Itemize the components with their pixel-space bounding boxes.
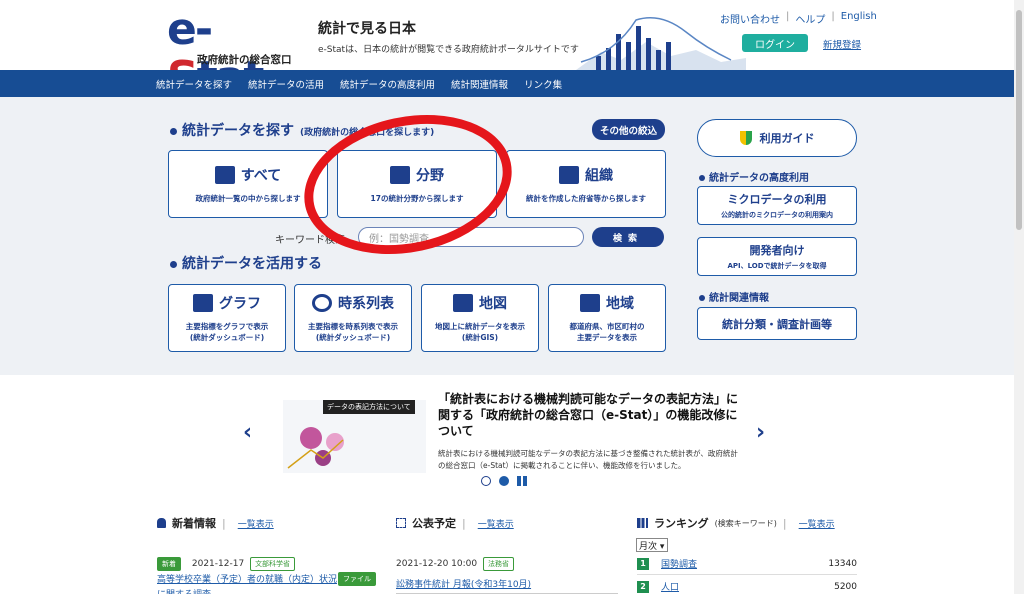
ranking-count: 13340 bbox=[828, 558, 857, 569]
schedule-ministry-badge: 法務省 bbox=[482, 557, 514, 571]
search-section-subtitle: (政府統計の総合窓口を探します) bbox=[300, 128, 435, 138]
microdata-button[interactable]: ミクロデータの利用 公的統計のミクロデータの利用案内 bbox=[697, 186, 857, 225]
login-button[interactable]: ログイン bbox=[742, 34, 808, 52]
carousel-dot-1[interactable] bbox=[481, 476, 491, 486]
schedule-date: 2021-12-20 10:00 bbox=[396, 559, 478, 569]
graph-card[interactable]: グラフ 主要指標をグラフで表示 (統計ダッシュボード) bbox=[168, 284, 286, 352]
nav-use-data[interactable]: 統計データの活用 bbox=[248, 77, 324, 91]
banner-label: データの表記方法について bbox=[323, 400, 415, 414]
news-link-wrap: 高等学校卒業（予定）者の就職（内定）状況に関する調査 bbox=[157, 571, 337, 594]
carousel-next-icon[interactable]: › bbox=[756, 420, 765, 445]
developer-button[interactable]: 開発者向け API、LODで統計データを取得 bbox=[697, 237, 857, 276]
bell-icon bbox=[157, 518, 166, 528]
schedule-header: 公表予定 | 一覧表示 bbox=[396, 515, 514, 531]
scrollbar[interactable] bbox=[1014, 0, 1024, 594]
search-button[interactable]: 検索 bbox=[592, 227, 664, 247]
advanced-section-title: 統計データの高度利用 bbox=[699, 169, 809, 184]
carousel-description: 統計表における機械判読可能なデータの表記方法に基づき整備された統計表が、政府統計… bbox=[438, 449, 738, 470]
ranking-keyword[interactable]: 国勢調査 bbox=[661, 557, 828, 570]
region-card[interactable]: 地域 都道府県、市区町村の 主要データを表示 bbox=[548, 284, 666, 352]
news-item: 新着 2021-12-17 文部科学省 bbox=[157, 557, 296, 571]
logo-e: e- bbox=[167, 4, 213, 55]
news-date: 2021-12-17 bbox=[191, 559, 245, 569]
nav-search-data[interactable]: 統計データを探す bbox=[156, 77, 232, 91]
region-chart-icon bbox=[580, 294, 600, 312]
keyword-input[interactable]: 例：国勢調査 bbox=[358, 227, 584, 247]
nav-related[interactable]: 統計関連情報 bbox=[451, 77, 508, 91]
carousel-title[interactable]: 「統計表における機械判読可能なデータの表記方法」に関する「政府統計の総合窓口（e… bbox=[438, 391, 738, 439]
search-organization-card[interactable]: 組織 統計を作成した府省等から探します bbox=[506, 150, 666, 218]
news-link[interactable]: 高等学校卒業（予定）者の就職（内定）状況に関する調査 bbox=[157, 575, 337, 594]
ranking-list-link[interactable]: 一覧表示 bbox=[799, 517, 835, 530]
timeseries-card[interactable]: 時系列表 主要指標を時系列表で表示 (統計ダッシュボード) bbox=[294, 284, 412, 352]
schedule-link-wrap: 訟務事件統計 月報(令和3年10月) bbox=[396, 572, 618, 594]
other-filter-button[interactable]: その他の絞込 bbox=[592, 119, 665, 140]
tagline: 統計で見る日本 bbox=[318, 21, 416, 37]
pause-icon[interactable] bbox=[517, 476, 527, 486]
schedule-link[interactable]: 訟務事件統計 月報(令和3年10月) bbox=[396, 580, 531, 590]
nav-advanced[interactable]: 統計データの高度利用 bbox=[340, 77, 435, 91]
classification-button[interactable]: 統計分類・調査計画等 bbox=[697, 307, 857, 340]
search-section-title: 統計データを探す (政府統計の総合窓口を探します) bbox=[170, 120, 434, 140]
file-badge[interactable]: ファイル bbox=[338, 572, 376, 586]
logo-subtitle: 政府統計の総合窓口 bbox=[197, 54, 292, 66]
building-icon bbox=[559, 165, 579, 184]
keyword-label: キーワード検索 bbox=[275, 235, 345, 246]
tagline-description: e-Statは、日本の統計が閲覧できる政府統計ポータルサイトです bbox=[318, 45, 579, 55]
clock-icon bbox=[312, 294, 332, 312]
help-link[interactable]: ヘルプ bbox=[795, 11, 825, 26]
carousel-banner-image[interactable]: データの表記方法について bbox=[283, 400, 426, 473]
scrollbar-thumb[interactable] bbox=[1016, 10, 1022, 230]
search-all-card[interactable]: すべて 政府統計一覧の中から探します bbox=[168, 150, 328, 218]
schedule-item: 2021-12-20 10:00 法務省 bbox=[396, 557, 514, 571]
header: e-Stat 政府統計の総合窓口 統計で見る日本 e-Statは、日本の統計が閲… bbox=[0, 0, 1024, 102]
use-section-title: 統計データを活用する bbox=[170, 253, 322, 273]
ranking-row: 2 人口 5200 bbox=[637, 576, 857, 594]
search-field-card[interactable]: 分野 17の統計分野から探します bbox=[337, 150, 497, 218]
top-links: お問い合わせ | ヘルプ | English bbox=[720, 11, 877, 26]
map-card[interactable]: 地図 地図上に統計データを表示 (統計GIS) bbox=[421, 284, 539, 352]
estat-logo[interactable]: e-Stat 政府統計の総合窓口 bbox=[167, 4, 292, 102]
ranking-row: 1 国勢調査 13340 bbox=[637, 553, 857, 575]
bar-chart-search-icon bbox=[214, 165, 235, 184]
user-guide-button[interactable]: 利用ガイド bbox=[697, 119, 857, 157]
map-icon bbox=[453, 294, 473, 312]
news-header: 新着情報 | 一覧表示 bbox=[157, 515, 274, 531]
nav-links[interactable]: リンク集 bbox=[524, 77, 562, 91]
carousel-dot-2[interactable] bbox=[499, 476, 509, 486]
news-ministry-badge: 文部科学省 bbox=[250, 557, 296, 571]
signup-link[interactable]: 新規登録 bbox=[823, 37, 861, 51]
ranking-keyword[interactable]: 人口 bbox=[661, 580, 834, 593]
graph-icon bbox=[193, 294, 213, 312]
main-nav: 統計データを探す 統計データの活用 統計データの高度利用 統計関連情報 リンク集 bbox=[0, 70, 1024, 97]
carousel-prev-icon[interactable]: ‹ bbox=[243, 420, 252, 445]
cubes-icon bbox=[390, 165, 410, 184]
ranking-header: ランキング (検索キーワード) | 一覧表示 bbox=[637, 515, 835, 531]
related-section-title: 統計関連情報 bbox=[699, 289, 769, 304]
ranking-count: 5200 bbox=[834, 581, 857, 592]
english-link[interactable]: English bbox=[841, 11, 877, 26]
news-list-link[interactable]: 一覧表示 bbox=[238, 517, 274, 530]
contact-link[interactable]: お問い合わせ bbox=[720, 11, 780, 26]
bar-chart-icon bbox=[637, 518, 648, 528]
beginner-mark-icon bbox=[739, 131, 752, 145]
ranking-period-select[interactable]: 月次 ▾ bbox=[636, 538, 668, 552]
carousel-indicators bbox=[481, 476, 527, 486]
main-panel: 統計データを探す (政府統計の総合窓口を探します) その他の絞込 すべて 政府統計… bbox=[0, 97, 1014, 375]
new-badge: 新着 bbox=[157, 557, 181, 571]
schedule-list-link[interactable]: 一覧表示 bbox=[478, 517, 514, 530]
calendar-icon bbox=[396, 518, 406, 528]
